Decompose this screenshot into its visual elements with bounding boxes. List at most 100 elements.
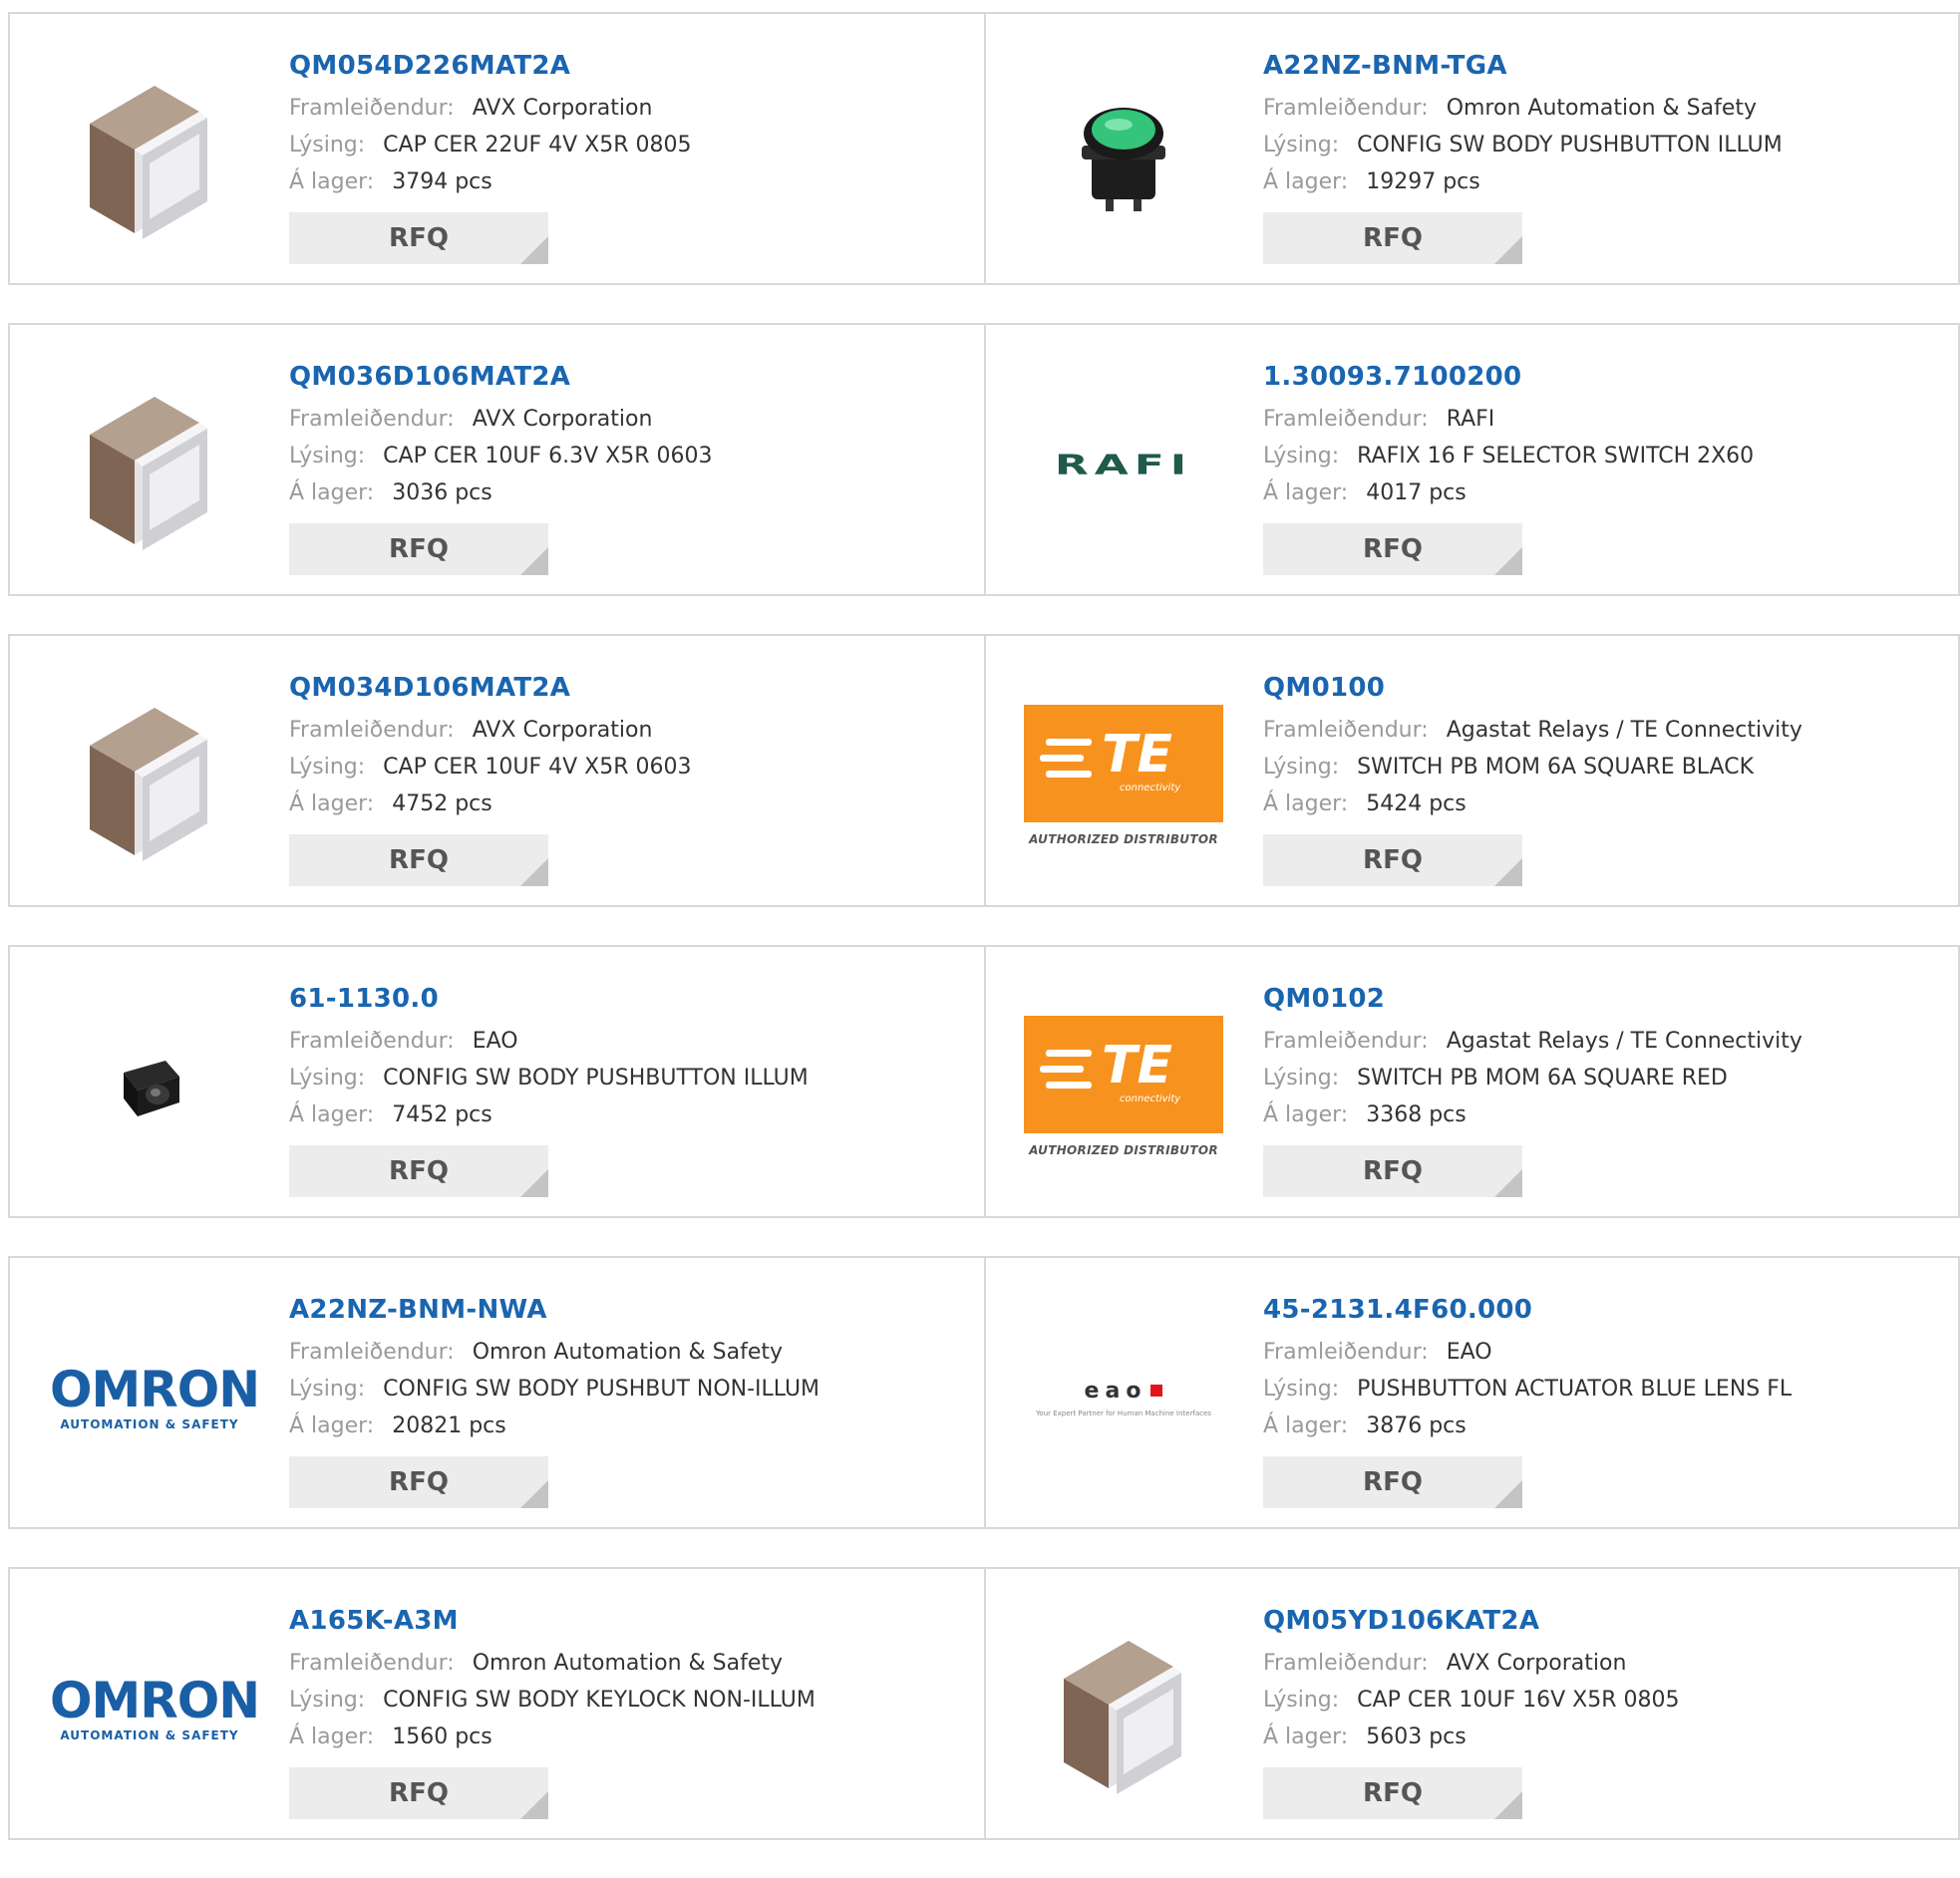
- stock-value: 4017 pcs: [1366, 480, 1467, 505]
- stock-label: Á lager:: [289, 169, 375, 194]
- product-info: QM054D226MAT2A Framleiðendur: AVX Corporat…: [289, 48, 692, 264]
- te-logo: TE connectivity AUTHORIZED DISTRIBUTOR: [1024, 1016, 1223, 1157]
- description-value: CAP CER 22UF 4V X5R 0805: [383, 133, 692, 157]
- rfq-label: RFQ: [389, 845, 449, 875]
- product-row: 61-1130.0 Framleiðendur: EAO Lýsing: CONFIG …: [8, 945, 1960, 1218]
- rfq-button[interactable]: RFQ: [1263, 523, 1522, 575]
- green-pushbutton-icon: [1082, 108, 1165, 211]
- manufacturer-line: Framleiðendur: AVX Corporation: [289, 712, 692, 749]
- rfq-button[interactable]: RFQ: [289, 1456, 548, 1508]
- part-number-link[interactable]: 45-2131.4F60.000: [1263, 1292, 1792, 1328]
- stock-value: 5603 pcs: [1366, 1724, 1467, 1749]
- part-number-link[interactable]: QM0100: [1263, 670, 1802, 706]
- manufacturer-label: Framleiðendur:: [1263, 1029, 1429, 1054]
- product-card: A22NZ-BNM-TGA Framleiðendur: Omron Automat…: [984, 14, 1958, 283]
- description-label: Lýsing:: [1263, 1066, 1340, 1091]
- part-number-link[interactable]: 1.30093.7100200: [1263, 359, 1754, 395]
- rfq-button[interactable]: RFQ: [289, 834, 548, 886]
- corner-triangle-icon: [1494, 1169, 1522, 1197]
- rfq-button[interactable]: RFQ: [1263, 1145, 1522, 1197]
- description-label: Lýsing:: [1263, 133, 1340, 157]
- rfq-label: RFQ: [1363, 223, 1423, 253]
- product-info: QM0102 Framleiðendur: Agastat Relays / TE …: [1263, 981, 1802, 1197]
- description-line: Lýsing: CAP CER 10UF 6.3V X5R 0603: [289, 438, 712, 474]
- rfq-label: RFQ: [1363, 1467, 1423, 1497]
- manufacturer-line: Framleiðendur: Omron Automation & Safety: [1263, 90, 1783, 127]
- stock-line: Á lager: 3368 pcs: [1263, 1096, 1802, 1133]
- part-number-link[interactable]: QM0102: [1263, 981, 1802, 1017]
- stock-value: 5424 pcs: [1366, 791, 1467, 816]
- description-label: Lýsing:: [1263, 1688, 1340, 1713]
- product-card: OMRON AUTOMATION & SAFETY A22NZ-BNM-NWA Fra…: [10, 1258, 984, 1527]
- product-card: TE connectivity AUTHORIZED DISTRIBUTOR QM01…: [984, 636, 1958, 905]
- capacitor-chip-icon: [90, 708, 207, 861]
- rfq-button[interactable]: RFQ: [1263, 1456, 1522, 1508]
- description-line: Lýsing: CAP CER 10UF 16V X5R 0805: [1263, 1682, 1680, 1719]
- rfq-button[interactable]: RFQ: [1263, 834, 1522, 886]
- manufacturer-label: Framleiðendur:: [289, 407, 455, 432]
- part-number-link[interactable]: QM034D106MAT2A: [289, 670, 692, 706]
- product-image[interactable]: [50, 676, 249, 875]
- stock-label: Á lager:: [1263, 1102, 1349, 1127]
- manufacturer-line: Framleiðendur: RAFI: [1263, 401, 1754, 438]
- description-label: Lýsing:: [289, 755, 366, 780]
- manufacturer-line: Framleiðendur: EAO: [1263, 1334, 1792, 1371]
- rfq-button[interactable]: RFQ: [289, 523, 548, 575]
- rfq-button[interactable]: RFQ: [1263, 1767, 1522, 1819]
- manufacturer-line: Framleiðendur: Omron Automation & Safety: [289, 1334, 819, 1371]
- part-number-link[interactable]: A22NZ-BNM-TGA: [1263, 48, 1783, 84]
- description-line: Lýsing: PUSHBUTTON ACTUATOR BLUE LENS FL: [1263, 1371, 1792, 1408]
- stock-label: Á lager:: [1263, 480, 1349, 505]
- stock-value: 1560 pcs: [392, 1724, 492, 1749]
- product-image[interactable]: eao Your Expert Partner for Human Machine…: [1024, 1298, 1223, 1497]
- rafi-logo: RAFI: [1054, 449, 1193, 480]
- part-number-link[interactable]: 61-1130.0: [289, 981, 809, 1017]
- part-number-link[interactable]: A165K-A3M: [289, 1603, 816, 1639]
- product-image[interactable]: OMRON AUTOMATION & SAFETY: [50, 1609, 260, 1808]
- rfq-button[interactable]: RFQ: [289, 212, 548, 264]
- product-row: OMRON AUTOMATION & SAFETY A165K-A3M Framlei…: [8, 1567, 1960, 1840]
- description-line: Lýsing: CONFIG SW BODY PUSHBUTTON ILLUM: [289, 1060, 809, 1096]
- stock-label: Á lager:: [1263, 169, 1349, 194]
- stock-line: Á lager: 1560 pcs: [289, 1719, 816, 1755]
- product-image[interactable]: [1024, 1609, 1223, 1808]
- product-image[interactable]: [50, 987, 249, 1186]
- stock-line: Á lager: 4752 pcs: [289, 785, 692, 822]
- stock-line: Á lager: 3794 pcs: [289, 163, 692, 200]
- part-number-link[interactable]: QM05YD106KAT2A: [1263, 1603, 1680, 1639]
- part-number-link[interactable]: QM054D226MAT2A: [289, 48, 692, 84]
- corner-triangle-icon: [1494, 547, 1522, 575]
- product-image[interactable]: [1024, 54, 1223, 253]
- corner-triangle-icon: [520, 1791, 548, 1819]
- rfq-button[interactable]: RFQ: [1263, 212, 1522, 264]
- stock-value: 19297 pcs: [1366, 169, 1480, 194]
- product-image[interactable]: OMRON AUTOMATION & SAFETY: [50, 1298, 260, 1497]
- rfq-button[interactable]: RFQ: [289, 1767, 548, 1819]
- rfq-label: RFQ: [389, 223, 449, 253]
- product-image[interactable]: TE connectivity AUTHORIZED DISTRIBUTOR: [1024, 676, 1223, 875]
- description-value: SWITCH PB MOM 6A SQUARE RED: [1357, 1066, 1728, 1091]
- stock-line: Á lager: 20821 pcs: [289, 1408, 819, 1444]
- product-card: QM054D226MAT2A Framleiðendur: AVX Corporat…: [10, 14, 984, 283]
- description-label: Lýsing:: [289, 1066, 366, 1091]
- rfq-button[interactable]: RFQ: [289, 1145, 548, 1197]
- rfq-label: RFQ: [389, 1156, 449, 1186]
- product-image[interactable]: RAFI: [1024, 365, 1223, 564]
- product-image[interactable]: TE connectivity AUTHORIZED DISTRIBUTOR: [1024, 987, 1223, 1186]
- description-label: Lýsing:: [289, 1688, 366, 1713]
- product-info: QM05YD106KAT2A Framleiðendur: AVX Corporat…: [1263, 1603, 1680, 1819]
- description-line: Lýsing: CONFIG SW BODY PUSHBUT NON-ILLUM: [289, 1371, 819, 1408]
- eao-logo: eao Your Expert Partner for Human Machine…: [1036, 1378, 1211, 1417]
- manufacturer-value: Agastat Relays / TE Connectivity: [1446, 718, 1802, 743]
- product-image[interactable]: [50, 54, 249, 253]
- manufacturer-value: Omron Automation & Safety: [472, 1651, 784, 1676]
- part-number-link[interactable]: A22NZ-BNM-NWA: [289, 1292, 819, 1328]
- description-line: Lýsing: CAP CER 22UF 4V X5R 0805: [289, 127, 692, 163]
- stock-line: Á lager: 3036 pcs: [289, 474, 712, 511]
- part-number-link[interactable]: QM036D106MAT2A: [289, 359, 712, 395]
- description-label: Lýsing:: [289, 1377, 366, 1402]
- manufacturer-line: Framleiðendur: AVX Corporation: [289, 401, 712, 438]
- description-value: RAFIX 16 F SELECTOR SWITCH 2X60: [1357, 444, 1755, 469]
- product-image[interactable]: [50, 365, 249, 564]
- corner-triangle-icon: [520, 858, 548, 886]
